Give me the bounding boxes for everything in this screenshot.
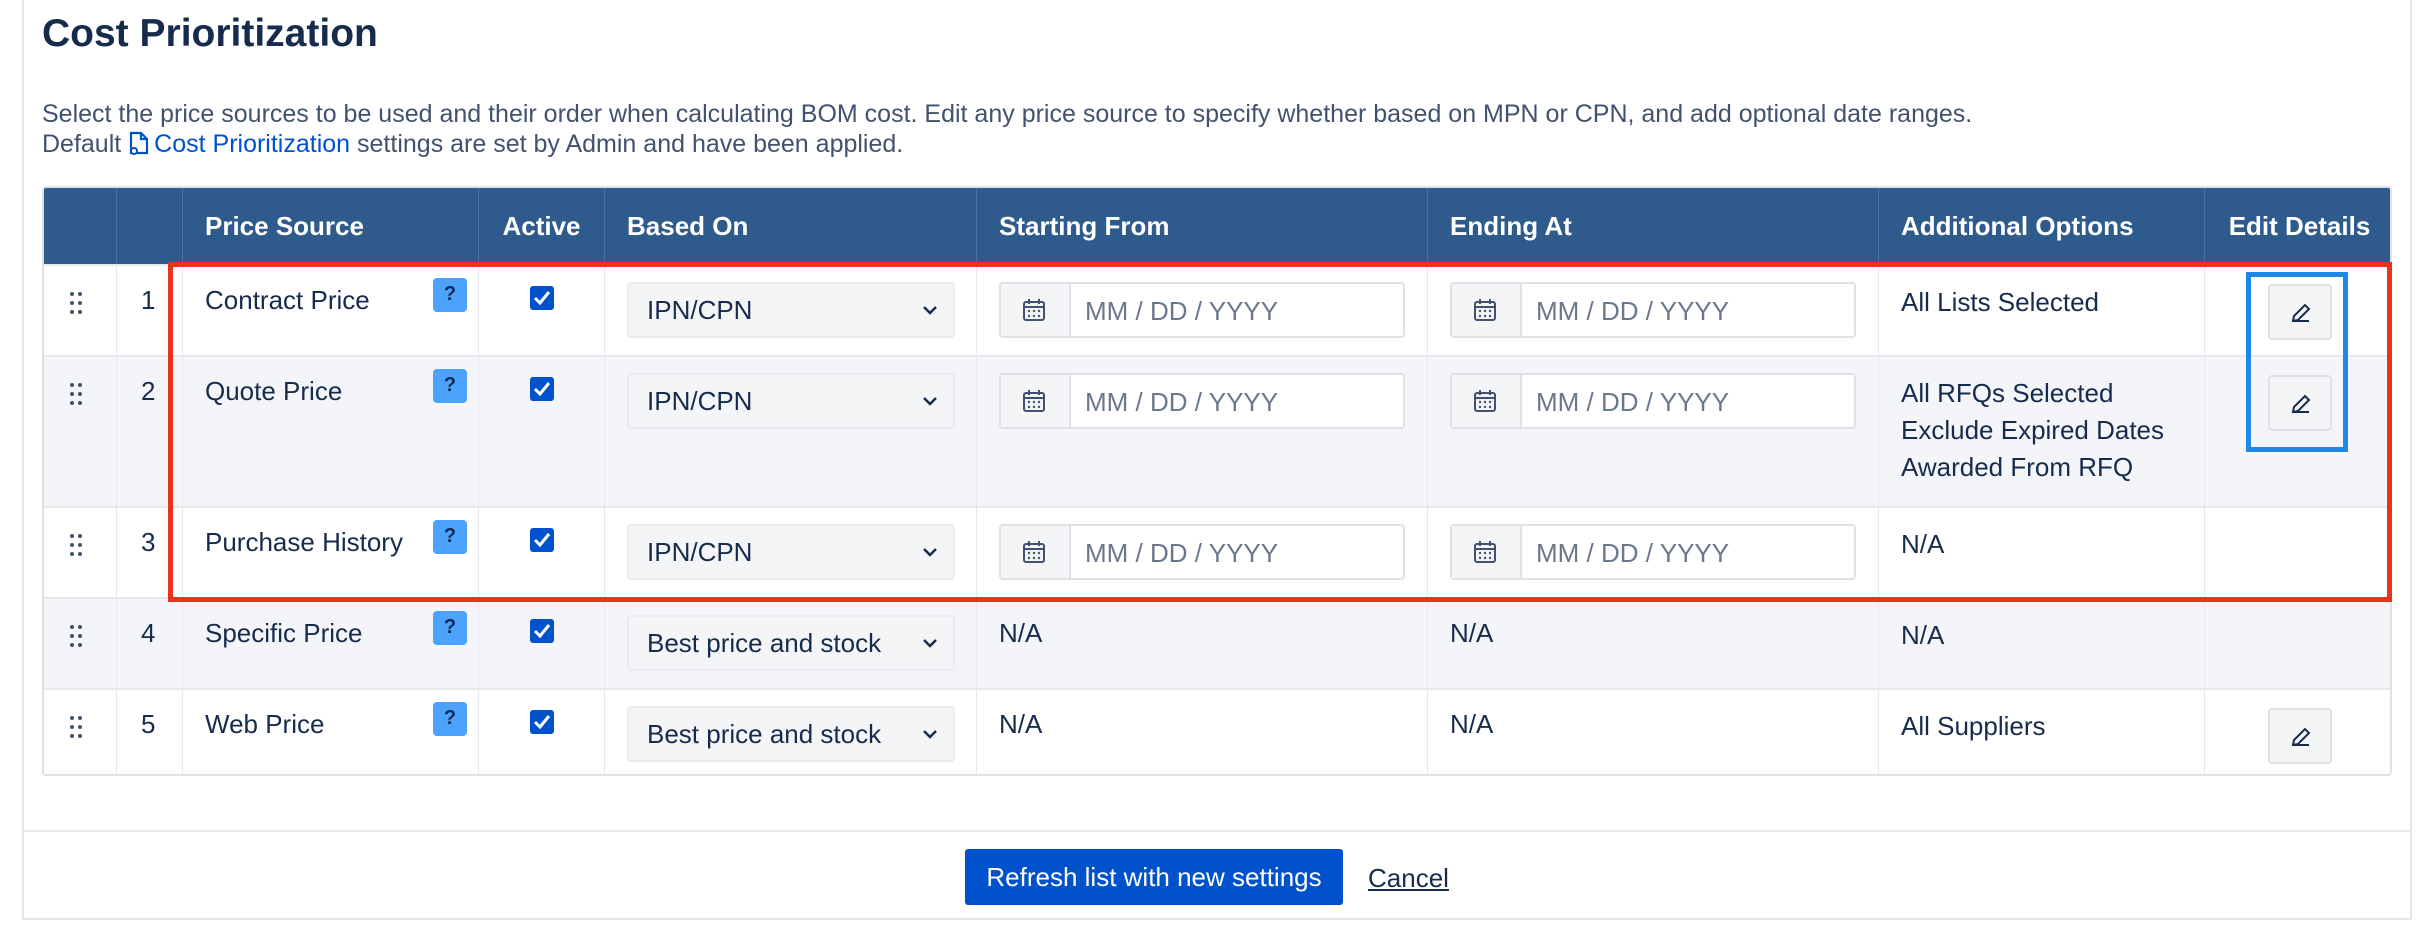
- cost-prioritization-link-label: Cost Prioritization: [154, 130, 351, 158]
- row-index: 5: [141, 709, 156, 739]
- drag-handle[interactable]: [44, 266, 117, 355]
- drag-handle[interactable]: [44, 690, 117, 774]
- drag-handle[interactable]: [44, 357, 117, 506]
- drag-handle[interactable]: [44, 508, 117, 597]
- start-date-value: N/A: [999, 709, 1043, 739]
- edit-details-button[interactable]: [2268, 708, 2332, 764]
- additional-option: N/A: [1901, 620, 1945, 650]
- end-date-value: N/A: [1450, 709, 1494, 739]
- header-index-col: [117, 188, 183, 264]
- refresh-list-button[interactable]: Refresh list with new settings: [965, 849, 1343, 905]
- chevron-down-icon: [923, 730, 937, 739]
- page-title: Cost Prioritization: [42, 12, 378, 55]
- drag-handle-icon: [70, 292, 82, 316]
- drag-handle-icon: [70, 534, 82, 558]
- description-line-1: Select the price sources to be used and …: [42, 100, 1973, 128]
- row-index: 1: [141, 285, 156, 315]
- drag-handle-icon: [70, 625, 82, 649]
- header-based-on: Based On: [605, 188, 977, 264]
- price-source-name: Specific Price: [205, 618, 363, 648]
- based-on-value: Best price and stock: [647, 719, 882, 749]
- description-suffix: settings are set by Admin and have been …: [357, 130, 904, 158]
- help-icon[interactable]: ?: [433, 611, 467, 645]
- row-index: 4: [141, 618, 156, 648]
- table-header: Price Source Active Based On Starting Fr…: [44, 188, 2390, 264]
- highlight-box-edit-buttons: [2246, 272, 2348, 452]
- start-date-value: N/A: [999, 618, 1043, 648]
- header-price-source: Price Source: [183, 188, 479, 264]
- header-drag-col: [44, 188, 117, 264]
- drag-handle-icon: [70, 716, 82, 740]
- drag-handle-icon: [70, 383, 82, 407]
- row-index: 3: [141, 527, 156, 557]
- checkmark-icon: [533, 624, 551, 639]
- highlight-box-rows: [168, 262, 2392, 602]
- document-link-icon: [130, 131, 149, 155]
- pencil-icon: [2291, 727, 2311, 747]
- active-checkbox[interactable]: [530, 619, 554, 643]
- based-on-select[interactable]: Best price and stock: [627, 615, 955, 671]
- description-prefix: Default: [42, 130, 122, 158]
- price-source-name: Web Price: [205, 709, 325, 739]
- description-line-2: Default Cost Prioritization settings are…: [42, 129, 903, 159]
- row-index: 2: [141, 376, 156, 406]
- header-starting-from: Starting From: [977, 188, 1428, 264]
- footer-divider: [24, 830, 2410, 832]
- table-row: 5 Web Price ? Best price and stock N/A N…: [44, 688, 2390, 774]
- chevron-down-icon: [923, 639, 937, 648]
- based-on-value: Best price and stock: [647, 628, 882, 658]
- help-icon[interactable]: ?: [433, 702, 467, 736]
- additional-option: All Suppliers: [1901, 711, 2046, 741]
- header-active: Active: [479, 188, 605, 264]
- drag-handle[interactable]: [44, 599, 117, 688]
- header-additional-options: Additional Options: [1879, 188, 2205, 264]
- active-checkbox[interactable]: [530, 710, 554, 734]
- header-edit-details: Edit Details: [2228, 211, 2371, 241]
- header-ending-at: Ending At: [1428, 188, 1879, 264]
- cancel-link[interactable]: Cancel: [1368, 863, 1449, 894]
- end-date-value: N/A: [1450, 618, 1494, 648]
- table-row: 4 Specific Price ? Best price and stock …: [44, 597, 2390, 688]
- cost-prioritization-link[interactable]: Cost Prioritization: [128, 130, 357, 158]
- based-on-select[interactable]: Best price and stock: [627, 706, 955, 762]
- checkmark-icon: [533, 715, 551, 730]
